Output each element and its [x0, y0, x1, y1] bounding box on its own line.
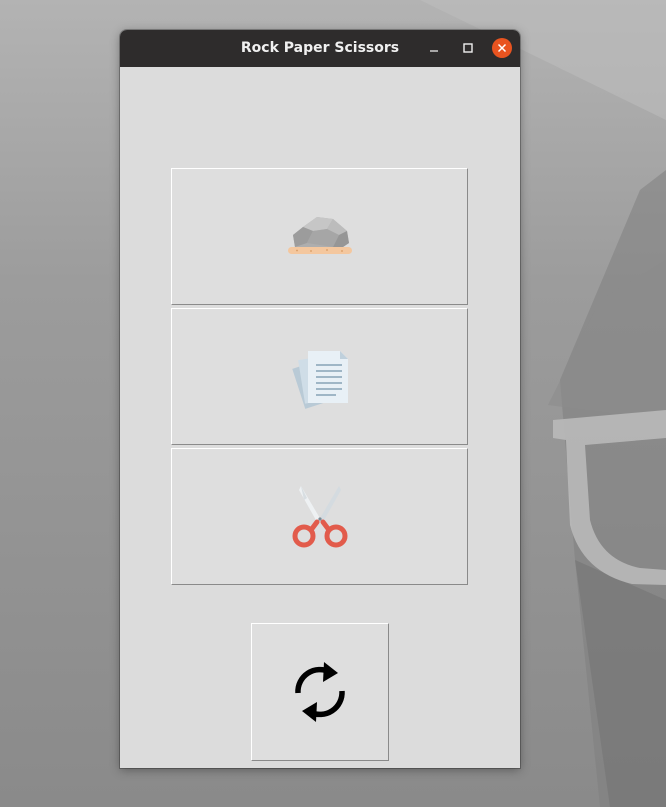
close-button[interactable]	[492, 38, 512, 58]
scissors-icon	[292, 485, 347, 547]
refresh-icon	[295, 662, 345, 722]
reset-button[interactable]	[251, 623, 389, 761]
scissors-button[interactable]	[171, 448, 468, 585]
game-panel	[120, 67, 520, 768]
paper-icon	[291, 350, 348, 409]
desktop-background: Rock Paper Scissors	[0, 0, 666, 807]
minimize-button[interactable]	[424, 38, 444, 58]
rock-icon	[287, 216, 352, 254]
rock-button[interactable]	[171, 168, 468, 305]
maximize-button[interactable]	[458, 38, 478, 58]
close-icon	[497, 43, 507, 53]
minimize-icon	[430, 50, 438, 52]
title-bar[interactable]: Rock Paper Scissors	[120, 30, 520, 67]
paper-button[interactable]	[171, 308, 468, 445]
maximize-icon	[463, 43, 473, 53]
app-window: Rock Paper Scissors	[120, 30, 520, 768]
